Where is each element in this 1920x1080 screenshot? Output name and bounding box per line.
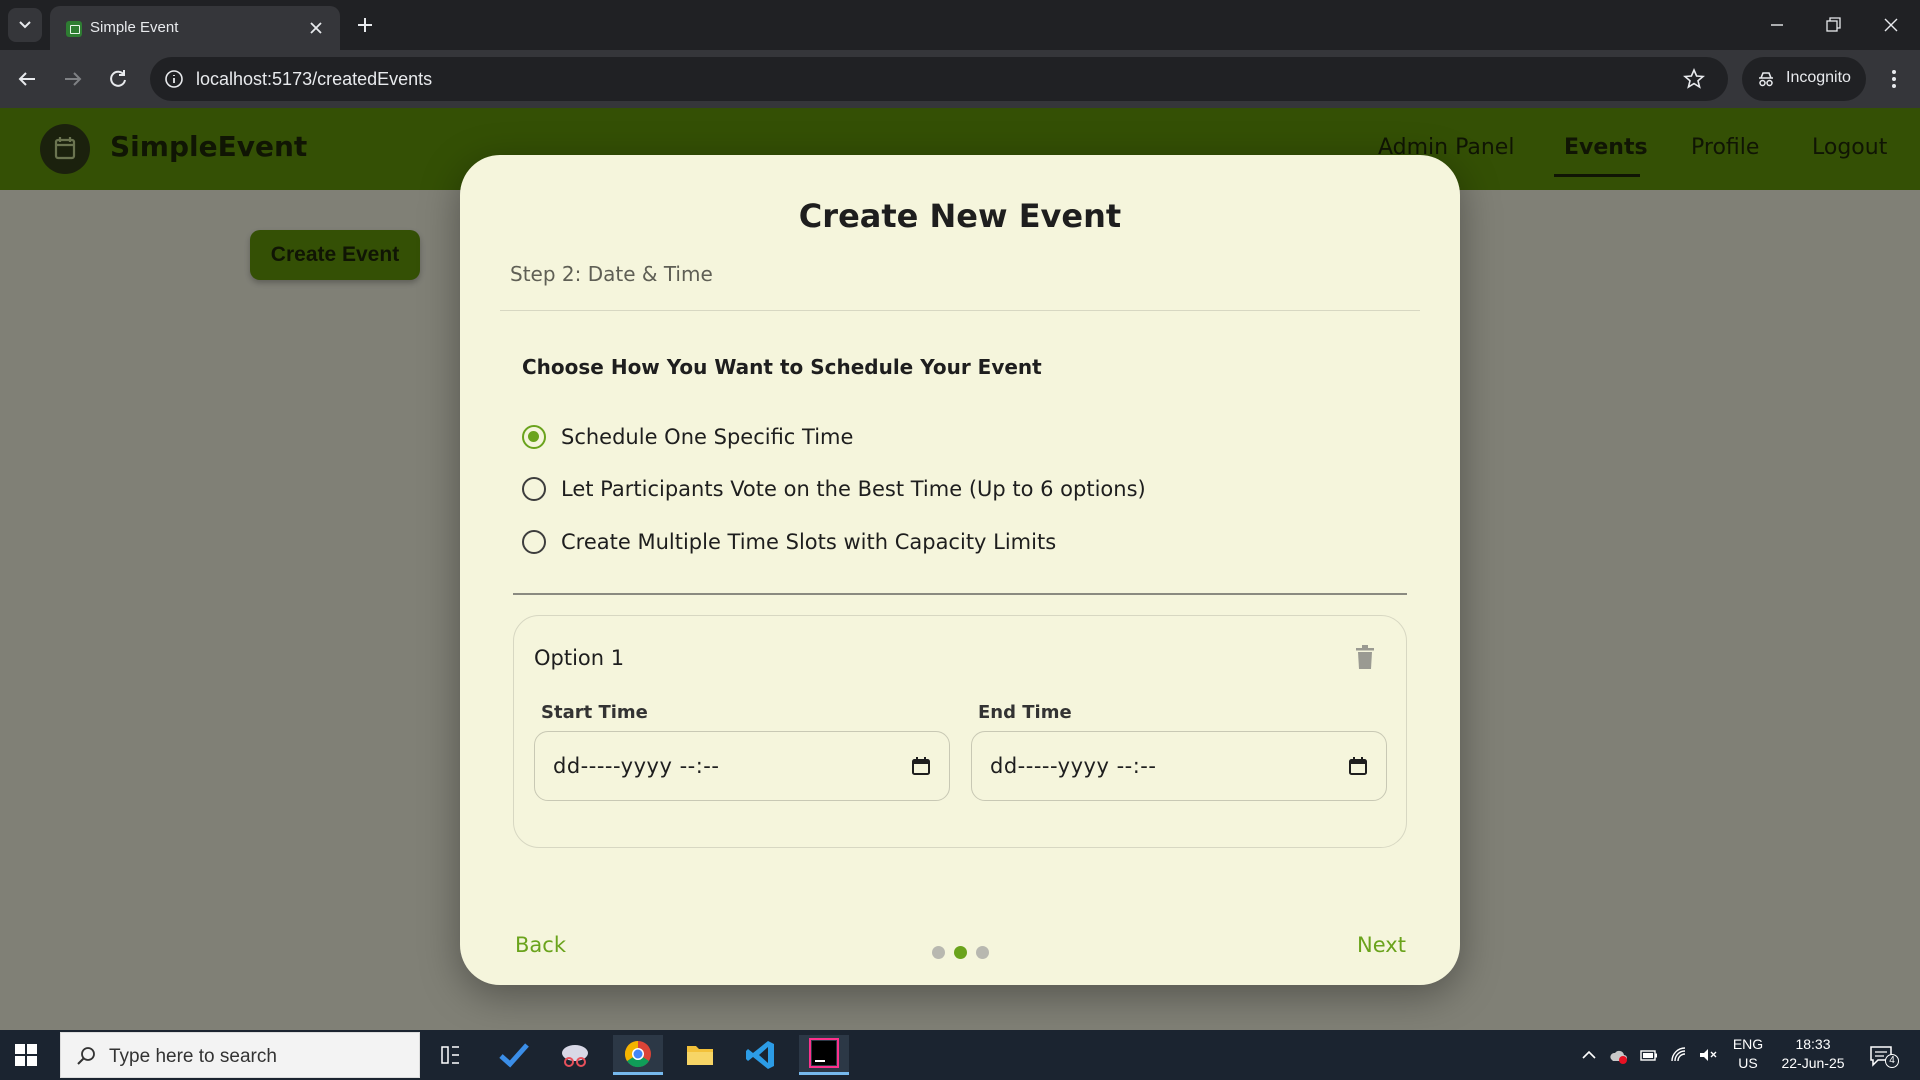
schedule-section-title: Choose How You Want to Schedule Your Eve… (522, 355, 1042, 379)
radio-unchecked-icon[interactable] (522, 530, 546, 554)
tab-search-button[interactable] (8, 8, 42, 42)
start-time-label: Start Time (541, 702, 648, 723)
new-tab-button[interactable] (352, 12, 378, 38)
search-icon (75, 1045, 97, 1067)
vscode-icon (746, 1041, 774, 1069)
clock-time: 18:33 (1795, 1036, 1831, 1052)
browser-toolbar: localhost:5173/createdEvents Incognito (0, 50, 1920, 108)
divider (500, 310, 1420, 311)
snipping-tool-icon (562, 1045, 588, 1067)
clock[interactable]: 18:33 22-Jun-25 (1768, 1036, 1858, 1071)
trash-icon[interactable] (1354, 644, 1376, 670)
option-title: Option 1 (534, 646, 625, 670)
incognito-chip[interactable]: Incognito (1742, 57, 1866, 101)
taskbar-chrome-app[interactable] (613, 1035, 663, 1075)
windows-start-button[interactable] (14, 1043, 38, 1067)
url-text: localhost:5173/createdEvents (196, 69, 433, 89)
chrome-icon (624, 1040, 651, 1068)
clock-date: 22-Jun-25 (1781, 1055, 1845, 1071)
windows-taskbar: Type here to search ENG US 18:33 22-Jun-… (0, 1030, 1920, 1080)
chevron-down-icon (19, 21, 31, 29)
calendar-picker-icon[interactable] (911, 756, 931, 776)
web-page: SimpleEvent Admin Panel Events Profile L… (0, 108, 1920, 1030)
step-dot-1 (932, 946, 945, 959)
taskbar-vscode[interactable] (737, 1035, 787, 1075)
task-view-icon (441, 1046, 459, 1064)
radio-unchecked-icon[interactable] (522, 477, 546, 501)
step-label: Step 2: Date & Time (510, 262, 713, 286)
volume-muted-icon[interactable] (1698, 1045, 1718, 1065)
notification-count-badge: 4 (1885, 1054, 1899, 1068)
region-code: US (1738, 1055, 1758, 1071)
windows-logo-icon (15, 1044, 37, 1066)
restore-button[interactable] (1818, 10, 1848, 40)
start-time-value: dd-----yyyy --:-- (553, 754, 720, 778)
radio-label[interactable]: Let Participants Vote on the Best Time (… (561, 477, 1146, 501)
minimize-icon (1771, 24, 1783, 26)
folder-icon (687, 1046, 713, 1065)
intellij-icon (809, 1038, 839, 1068)
back-nav-button[interactable] (13, 65, 41, 93)
taskbar-snipping-app[interactable] (550, 1035, 600, 1075)
end-time-label: End Time (978, 702, 1072, 723)
close-icon (1884, 18, 1898, 32)
tray-overflow-icon[interactable] (1579, 1045, 1599, 1065)
divider (513, 593, 1407, 595)
browser-tabstrip: Simple Event (0, 0, 1920, 50)
incognito-label: Incognito (1786, 69, 1851, 86)
checkmark-app-icon (499, 1043, 529, 1068)
browser-menu-button[interactable] (1882, 65, 1906, 93)
close-window-button[interactable] (1876, 10, 1906, 40)
step-dot-3 (976, 946, 989, 959)
onedrive-error-icon[interactable] (1608, 1045, 1628, 1065)
site-info-icon[interactable] (164, 69, 184, 89)
address-bar[interactable]: localhost:5173/createdEvents (150, 57, 1728, 101)
arrow-left-icon (18, 72, 35, 86)
reload-icon (110, 70, 126, 87)
radio-checked-icon[interactable] (522, 425, 546, 449)
language-code: ENG (1732, 1036, 1764, 1052)
next-button[interactable]: Next (1357, 933, 1406, 957)
tab-title: Simple Event (90, 19, 179, 36)
close-tab-icon[interactable] (306, 18, 326, 38)
minimize-button[interactable] (1762, 10, 1792, 40)
taskbar-intellij[interactable] (799, 1035, 849, 1075)
notifications-button[interactable]: 4 (1869, 1044, 1899, 1068)
calendar-favicon-icon (66, 21, 82, 37)
create-event-modal: Create New Event Step 2: Date & Time Cho… (460, 155, 1460, 985)
search-placeholder: Type here to search (109, 1046, 277, 1067)
task-view-button[interactable] (425, 1035, 475, 1075)
start-time-input[interactable]: dd-----yyyy --:-- (534, 731, 950, 801)
kebab-menu-icon (1892, 70, 1896, 88)
back-button[interactable]: Back (515, 933, 566, 957)
step-dot-2-active (954, 946, 967, 959)
taskbar-todo-app[interactable] (489, 1035, 539, 1075)
incognito-icon (1756, 69, 1776, 89)
language-indicator[interactable]: ENG US (1728, 1036, 1768, 1071)
wifi-icon[interactable] (1669, 1045, 1689, 1065)
reload-button[interactable] (104, 65, 132, 93)
end-time-value: dd-----yyyy --:-- (990, 754, 1157, 778)
battery-icon[interactable] (1639, 1045, 1659, 1065)
modal-title: Create New Event (798, 197, 1122, 235)
taskbar-file-explorer[interactable] (675, 1035, 725, 1075)
radio-label[interactable]: Schedule One Specific Time (561, 425, 853, 449)
time-option-card: Option 1 Start Time End Time dd-----yyyy… (513, 615, 1407, 848)
forward-nav-button[interactable] (59, 65, 87, 93)
browser-tab[interactable]: Simple Event (50, 6, 340, 50)
arrow-right-icon (65, 72, 82, 86)
end-time-input[interactable]: dd-----yyyy --:-- (971, 731, 1387, 801)
radio-label[interactable]: Create Multiple Time Slots with Capacity… (561, 530, 1056, 554)
bookmark-star-icon[interactable] (1682, 67, 1706, 91)
plus-icon (358, 18, 372, 32)
taskbar-search-box[interactable]: Type here to search (60, 1032, 420, 1078)
calendar-picker-icon[interactable] (1348, 756, 1368, 776)
restore-icon (1826, 17, 1841, 32)
